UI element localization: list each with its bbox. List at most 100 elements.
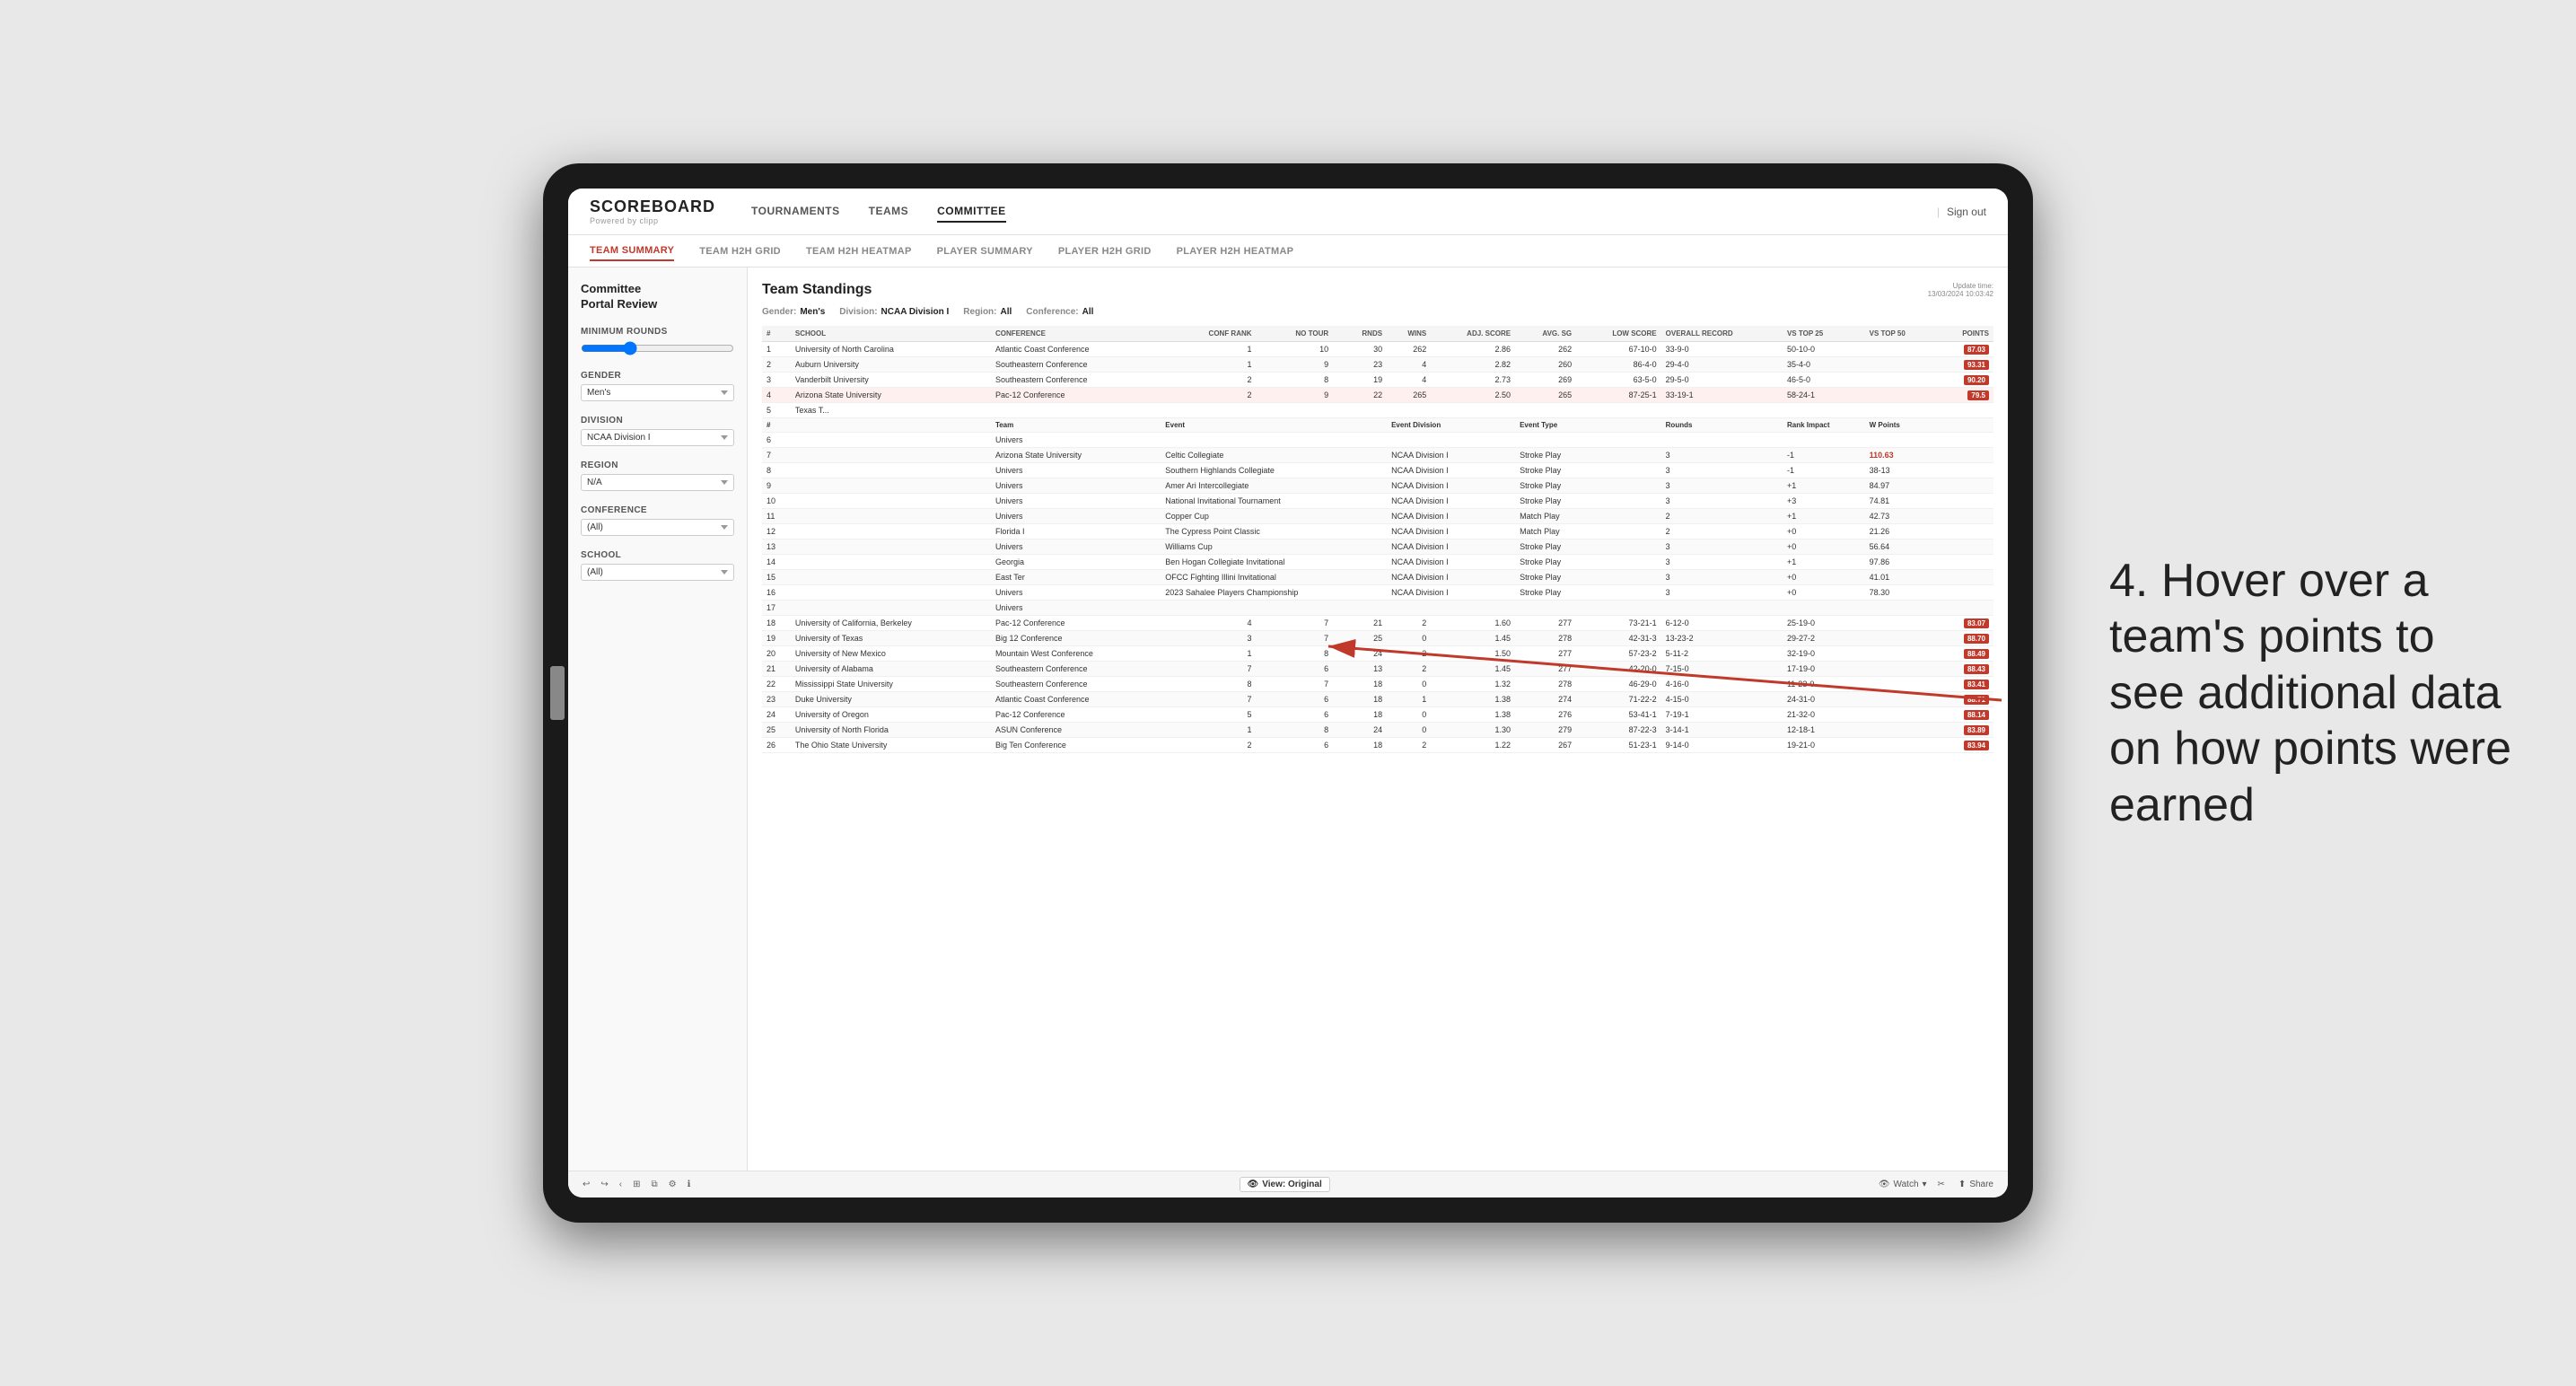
cell-vs25: 35-4-0 <box>1783 357 1865 373</box>
cell-vs25: 46-5-0 <box>1783 373 1865 388</box>
exp-impact-col: Rank Impact <box>1783 418 1865 433</box>
exp-type-col: Event Type <box>1515 418 1661 433</box>
points-badge: 88.43 <box>1964 664 1989 674</box>
filter-gender: Gender: Men's <box>762 307 825 317</box>
subnav-player-h2h-heatmap[interactable]: PLAYER H2H HEATMAP <box>1177 242 1294 260</box>
table-row: 5 Texas T... <box>762 403 1993 418</box>
cell-overall: 33-19-1 <box>1661 388 1783 403</box>
cell-conf <box>991 403 1161 418</box>
cell-adj: 2.73 <box>1431 373 1515 388</box>
division-select[interactable]: NCAA Division I <box>581 429 734 446</box>
expanded-header-row: # Team Event Event Division Event Type R… <box>762 418 1993 433</box>
sidebar-conference: Conference (All) <box>581 505 734 536</box>
undo-button[interactable]: ↩ <box>583 1180 590 1189</box>
view-label: View: Original <box>1262 1180 1322 1189</box>
filter-region-label: Region: <box>963 307 996 317</box>
share-button[interactable]: ⬆ Share <box>1958 1180 1993 1189</box>
cell-tours: 10 <box>1257 342 1334 357</box>
cell-avgsg: 265 <box>1515 388 1576 403</box>
annotation-container: 4. Hover over a team's points to see add… <box>2109 553 2522 833</box>
cell-wins: 4 <box>1387 373 1431 388</box>
sidebar-min-rounds: Minimum Rounds <box>581 327 734 356</box>
sign-out-button[interactable]: Sign out <box>1947 206 1986 218</box>
prev-button[interactable]: ‹ <box>619 1180 622 1189</box>
bottom-toolbar: ↩ ↪ ‹ ⊞ ⧉ ⚙ ℹ 👁 View: Original 👁 Watch ▾ <box>568 1171 2008 1197</box>
filter-conference-value: All <box>1082 307 1094 317</box>
nav-committee[interactable]: COMMITTEE <box>937 201 1006 223</box>
th-overall: Overall Record <box>1661 326 1783 342</box>
cell-points[interactable]: 79.5 <box>1937 388 1993 403</box>
exp-team-col: Team <box>991 418 1161 433</box>
copy-button[interactable]: ⧉ <box>652 1180 658 1189</box>
cell-adj: 2.50 <box>1431 388 1515 403</box>
view-original-button[interactable]: 👁 View: Original <box>1240 1177 1330 1192</box>
th-vs50: Vs Top 50 <box>1865 326 1937 342</box>
cell-vs25: 58-24-1 <box>1783 388 1865 403</box>
nav-teams[interactable]: TEAMS <box>869 201 909 223</box>
clip-button[interactable]: ✂ <box>1938 1180 1948 1189</box>
school-label: School <box>581 550 734 560</box>
exp-row-13: 13 Univers Williams Cup NCAA Division I … <box>762 539 1993 555</box>
nav-tournaments[interactable]: TOURNAMENTS <box>751 201 840 223</box>
min-rounds-slider[interactable] <box>581 340 734 356</box>
tablet-side-button[interactable] <box>550 666 565 720</box>
cell-tours: 8 <box>1257 373 1334 388</box>
cell-school: Vanderbilt University <box>791 373 991 388</box>
filter-region: Region: All <box>963 307 1012 317</box>
watch-button[interactable]: 👁 Watch ▾ <box>1879 1180 1927 1189</box>
cell-avgsg: 260 <box>1515 357 1576 373</box>
table-row: 18 University of California, Berkeley Pa… <box>762 616 1993 631</box>
standings-table: # School Conference Conf Rank No Tour Rn… <box>762 326 1993 753</box>
fullscreen-button[interactable]: ⊞ <box>633 1180 640 1189</box>
cell-rank: 2 <box>762 357 791 373</box>
annotation-text: 4. Hover over a team's points to see add… <box>2109 553 2522 833</box>
cell-vs50 <box>1865 388 1937 403</box>
points-badge: 90.20 <box>1964 375 1989 385</box>
cell-points[interactable]: 87.03 <box>1937 342 1993 357</box>
th-no-tour: No Tour <box>1257 326 1334 342</box>
cell-points[interactable]: 93.31 <box>1937 357 1993 373</box>
region-select[interactable]: N/A <box>581 474 734 491</box>
info-button[interactable]: ℹ <box>688 1180 691 1189</box>
subnav-team-h2h-heatmap[interactable]: TEAM H2H HEATMAP <box>806 242 912 260</box>
filter-region-value: All <box>1001 307 1012 317</box>
region-label: Region <box>581 461 734 470</box>
subnav-team-h2h-grid[interactable]: TEAM H2H GRID <box>699 242 781 260</box>
cell-low: 63-5-0 <box>1576 373 1661 388</box>
filter-gender-label: Gender: <box>762 307 796 317</box>
filter-gender-value: Men's <box>800 307 825 317</box>
cell-school: Texas T... <box>791 403 991 418</box>
gender-select[interactable]: Men's <box>581 384 734 401</box>
cell-adj: 2.86 <box>1431 342 1515 357</box>
tablet-device: SCOREBOARD Powered by clipp TOURNAMENTS … <box>543 163 2033 1223</box>
logo-sub: Powered by clipp <box>590 216 715 225</box>
subnav-player-h2h-grid[interactable]: PLAYER H2H GRID <box>1058 242 1152 260</box>
nav-divider: | <box>1937 206 1940 218</box>
exp-row-14: 14 Georgia Ben Hogan Collegiate Invitati… <box>762 555 1993 570</box>
th-low-score: Low Score <box>1576 326 1661 342</box>
sidebar-school: School (All) <box>581 550 734 581</box>
sidebar-portal-title: Committee Portal Review <box>581 282 734 312</box>
table-row: 3 Vanderbilt University Southeastern Con… <box>762 373 1993 388</box>
cell-school: Auburn University <box>791 357 991 373</box>
school-select[interactable]: (All) <box>581 564 734 581</box>
cell-school: University of North Carolina <box>791 342 991 357</box>
th-avg-sg: Avg. SG <box>1515 326 1576 342</box>
subnav-player-summary[interactable]: PLAYER SUMMARY <box>937 242 1033 260</box>
cell-avgsg: 269 <box>1515 373 1576 388</box>
table-row: 26 The Ohio State University Big Ten Con… <box>762 738 1993 753</box>
share-icon: ⬆ <box>1958 1180 1966 1189</box>
conference-label: Conference <box>581 505 734 515</box>
main-nav: TOURNAMENTS TEAMS COMMITTEE <box>751 201 1937 223</box>
redo-button[interactable]: ↪ <box>600 1180 608 1189</box>
subnav-team-summary[interactable]: TEAM SUMMARY <box>590 241 674 261</box>
conference-select[interactable]: (All) <box>581 519 734 536</box>
cell-confrank: 2 <box>1161 373 1256 388</box>
cell-rnds: 30 <box>1333 342 1387 357</box>
th-rank: # <box>762 326 791 342</box>
exp-row-11: 11 Univers Copper Cup NCAA Division I Ma… <box>762 509 1993 524</box>
settings-button[interactable]: ⚙ <box>669 1180 677 1189</box>
page-wrapper: SCOREBOARD Powered by clipp TOURNAMENTS … <box>0 0 2576 1386</box>
cell-points[interactable]: 90.20 <box>1937 373 1993 388</box>
exp-row-12: 12 Florida I The Cypress Point Classic N… <box>762 524 1993 539</box>
